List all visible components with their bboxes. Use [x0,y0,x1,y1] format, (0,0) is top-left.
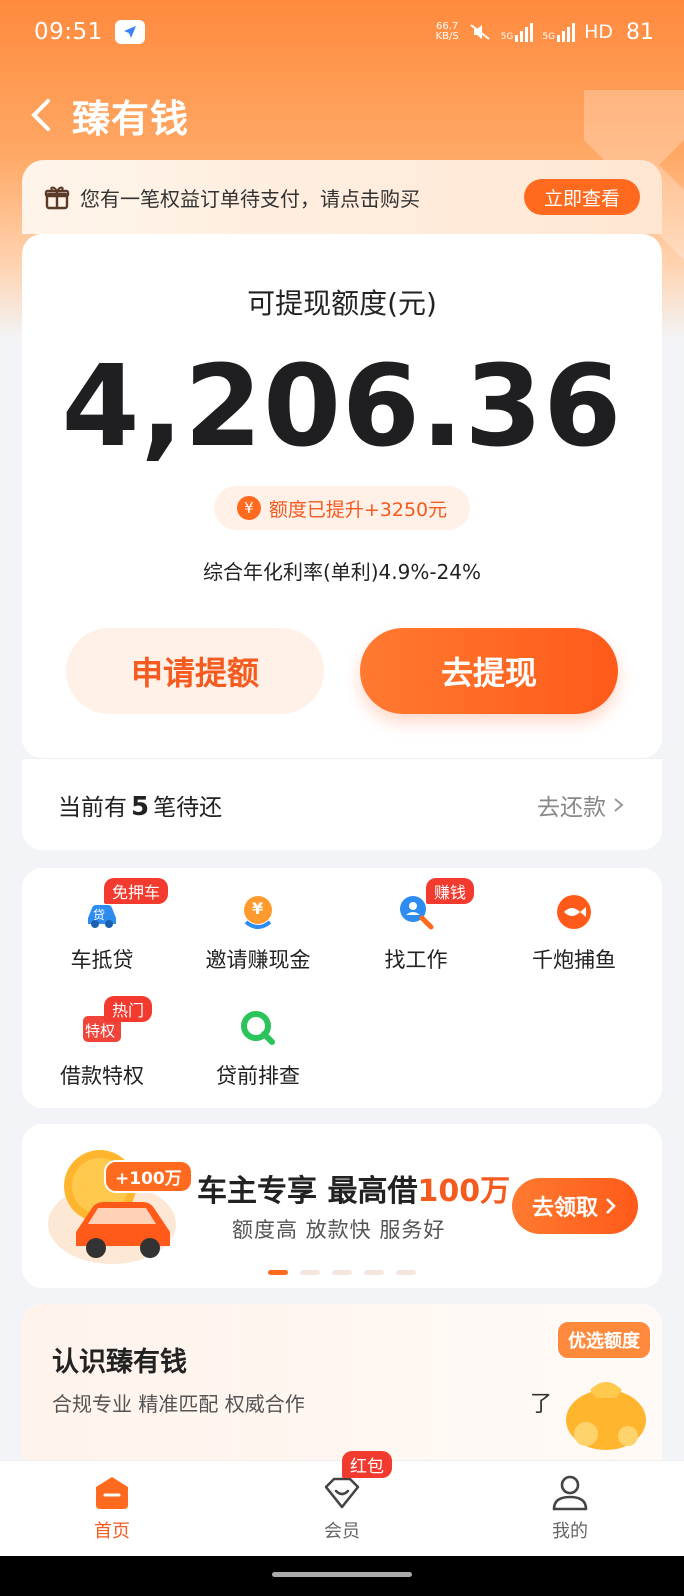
carousel-dot [268,1270,288,1275]
mute-icon [470,24,490,40]
member-icon [322,1473,362,1513]
car-loan-icon-text: 贷 [93,908,106,922]
service-label: 借款特权 [60,1064,144,1088]
hd-indicator: HD [584,21,613,43]
banner-title: 车主专享 最高借100万 [197,1166,510,1210]
status-indicators: 66.7 KB/S 5G 5G HD 81 [436,20,654,45]
invite-cash-icon-text: ¥ [252,899,264,918]
service-label: 找工作 [384,948,448,972]
service-grid: 贷 免押车 车抵贷 ¥ 邀请赚现金 赚钱 找工作 千炮捕鱼 特权 热门 借款特权… [22,868,662,1108]
home-gesture-handle[interactable] [272,1572,412,1577]
back-button[interactable] [28,95,64,135]
system-navigation-bar [0,1556,684,1596]
signal-icon-2: 5G [542,22,576,42]
credit-raise-badge: ¥ 额度已提升+3250元 [214,486,470,530]
tab-member[interactable]: 会员 [282,1473,402,1543]
service-job-search[interactable]: 赚钱 找工作 [336,878,496,974]
credit-card: 可提现额度(元) 4,206.36 ¥ 额度已提升+3250元 综合年化利率(单… [22,234,662,758]
battery-level: 81 [626,19,654,45]
banner-badge: +100万 [104,1160,193,1193]
pending-order-notice[interactable]: 您有一笔权益订单待支付，请点击购买 立即查看 [22,160,662,234]
carousel-dot [300,1270,320,1275]
view-now-button[interactable]: 立即查看 [523,179,640,215]
withdraw-button[interactable]: 去提现 [360,628,618,714]
network-speed: 66.7 KB/S [436,22,459,42]
carousel-dot [332,1270,352,1275]
notice-text: 您有一笔权益订单待支付，请点击购买 [80,186,420,211]
apply-increase-button[interactable]: 申请提额 [66,628,324,714]
repayment-prefix: 当前有 [58,794,127,821]
pre-loan-check-icon [238,1008,278,1048]
fish-game-icon [554,892,594,932]
claim-button-label: 去领取 [531,1196,598,1221]
claim-button[interactable]: 去领取 [512,1178,638,1234]
promo-banner[interactable]: +100万 车主专享 最高借100万 额度高 放款快 服务好 去领取 [22,1124,662,1288]
service-fish-game[interactable]: 千炮捕鱼 [494,892,654,974]
service-pre-loan-check[interactable]: 贷前排查 [178,1008,338,1090]
red-packet-badge: 红包 [342,1451,392,1478]
service-label: 千炮捕鱼 [532,948,616,972]
go-repay-link[interactable]: 去还款 [537,788,626,822]
go-repay-label: 去还款 [537,794,606,821]
page-header: 臻有钱 [0,82,684,148]
user-icon [550,1473,590,1513]
network-speed-unit: KB/S [435,31,459,42]
service-label: 车抵贷 [70,948,134,972]
tab-home-label: 首页 [94,1521,130,1542]
chevron-right-icon [606,1198,616,1214]
home-icon [92,1473,132,1513]
service-label: 贷前排查 [216,1064,300,1088]
repayment-summary: 当前有 5 笔待还 [58,788,222,822]
banner-title-prefix: 车主专享 最高借 [197,1174,418,1209]
network-type: 5G [500,31,514,42]
tab-member-label: 会员 [324,1521,360,1542]
yen-icon: ¥ [236,496,261,520]
service-label: 邀请赚现金 [205,948,311,972]
gift-icon [44,186,70,210]
credit-amount: 4,206.36 [61,342,623,472]
carousel-indicator [268,1270,416,1275]
intro-stamp: 优选额度 [556,1320,652,1360]
service-car-loan[interactable]: 贷 免押车 车抵贷 [22,878,182,974]
repayment-suffix: 笔待还 [153,794,223,821]
tab-mine-label: 我的 [552,1521,588,1542]
invite-cash-icon: ¥ [238,892,278,932]
service-invite-cash[interactable]: ¥ 邀请赚现金 [178,892,338,974]
service-tag: 免押车 [104,878,169,904]
intro-trailing-text: 了 [530,1392,553,1417]
chevron-left-icon [31,99,50,131]
location-arrow-icon [114,20,145,44]
intro-subtitle: 合规专业 精准匹配 权威合作 [52,1392,305,1416]
carousel-dot [364,1270,384,1275]
banner-subtitle: 额度高 放款快 服务好 [232,1218,446,1242]
money-bag-illustration [566,1382,646,1450]
page-title: 臻有钱 [72,96,190,141]
tab-mine[interactable]: 我的 [510,1473,630,1543]
chevron-right-icon [614,797,624,812]
carousel-dot [396,1270,416,1275]
tab-home[interactable]: 首页 [52,1473,172,1543]
status-bar: 09:51 66.7 KB/S 5G 5G HD 81 [0,0,684,64]
network-type-2: 5G [542,31,556,42]
banner-title-highlight: 100万 [417,1174,511,1209]
signal-icon: 5G [500,22,534,42]
status-time: 09:51 [34,19,103,45]
service-loan-privilege[interactable]: 特权 热门 借款特权 [22,996,182,1090]
repayment-count: 5 [131,791,150,822]
service-tag: 热门 [104,996,153,1022]
credit-label: 可提现额度(元) [247,287,437,320]
credit-raise-text: 额度已提升+3250元 [268,498,448,521]
repayment-row[interactable]: 当前有 5 笔待还 去还款 [22,758,662,850]
bottom-tab-bar: 首页 会员 红包 我的 [0,1451,684,1556]
annual-rate: 综合年化利率(单利)4.9%-24% [202,560,482,584]
service-tag: 赚钱 [426,878,475,904]
intro-title: 认识臻有钱 [52,1347,187,1378]
loan-privilege-icon-text: 特权 [85,1022,116,1040]
intro-card[interactable]: 认识臻有钱 合规专业 精准匹配 权威合作 了 优选额度 [22,1304,662,1464]
